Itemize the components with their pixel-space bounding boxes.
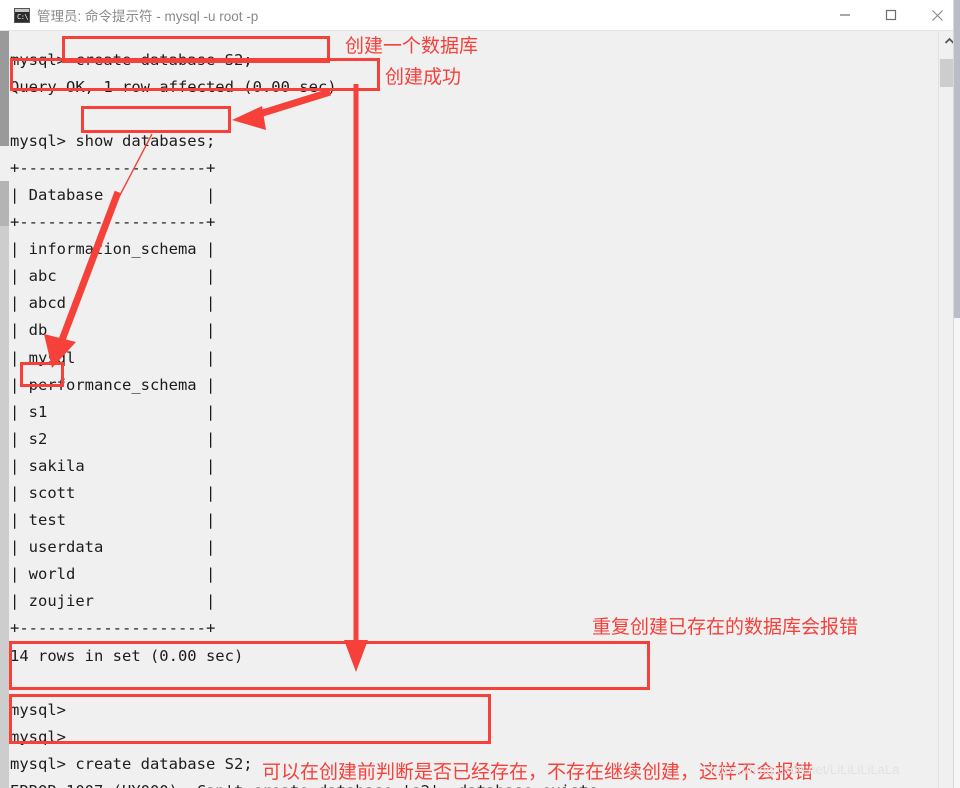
console-icon: C:\: [14, 7, 30, 23]
minimize-button[interactable]: [822, 0, 868, 31]
left-scrollbar-strip[interactable]: [0, 31, 9, 788]
outer-scrollbar-thumb[interactable]: [954, 0, 960, 318]
window-title: 管理员: 命令提示符 - mysql -u root -p: [37, 9, 259, 24]
terminal-text: mysql> create database S2; Query OK, 1 r…: [10, 50, 598, 788]
window-title-bar[interactable]: C:\ 管理员: 命令提示符 - mysql -u root -p: [0, 0, 960, 31]
maximize-icon: [885, 9, 897, 21]
outer-window-scrollbar[interactable]: [953, 0, 960, 788]
maximize-button[interactable]: [868, 0, 914, 31]
left-scrollbar-track[interactable]: [0, 226, 9, 788]
close-icon: [931, 9, 943, 21]
console-output-area[interactable]: mysql> create database S2; Query OK, 1 r…: [0, 31, 960, 788]
left-scrollbar-thumb[interactable]: [0, 31, 9, 146]
left-scrollbar-thumb-secondary[interactable]: [0, 181, 9, 226]
window-controls: [822, 0, 960, 31]
console-icon-prompt-glyph: C:\: [17, 12, 29, 21]
screenshot-root: C:\ 管理员: 命令提示符 - mysql -u root -p mysql>…: [0, 0, 960, 788]
title-bar-left: C:\ 管理员: 命令提示符 - mysql -u root -p: [0, 5, 822, 25]
minimize-icon: [840, 14, 850, 16]
